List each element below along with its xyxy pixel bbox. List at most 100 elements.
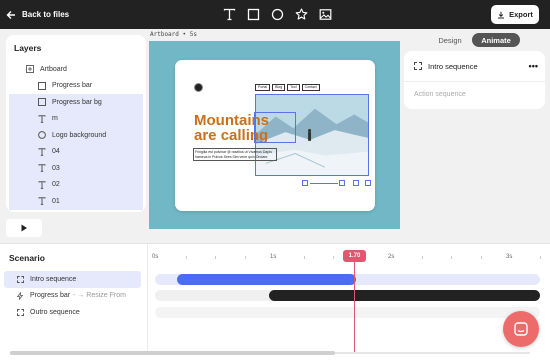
- design-nav: Portal Blog Tool Contact: [255, 84, 320, 91]
- tab-animate[interactable]: Animate: [472, 33, 520, 47]
- play-icon: [21, 224, 27, 232]
- layer-label: m: [52, 115, 58, 123]
- more-options-icon[interactable]: •••: [529, 61, 538, 71]
- rectangle-icon: [37, 98, 46, 107]
- selection-box: [254, 112, 296, 143]
- layer-item-m[interactable]: m: [9, 110, 143, 127]
- prev-control[interactable]: [302, 180, 308, 186]
- ruler-tick: [451, 256, 452, 259]
- text-icon: [37, 164, 46, 173]
- animation-panel: Intro sequence ••• Action sequence: [404, 51, 545, 109]
- layer-item-logo-background[interactable]: Logo background: [9, 127, 143, 144]
- layer-item-progress-bar-bg[interactable]: Progress bar bg: [9, 94, 143, 111]
- logo-background[interactable]: [194, 83, 203, 92]
- divider: [404, 81, 545, 82]
- star-icon: [295, 7, 307, 20]
- action-sequence-placeholder[interactable]: Action sequence: [414, 91, 466, 98]
- control-03[interactable]: [353, 180, 359, 186]
- scenario-item-outro-sequence[interactable]: Outro sequence: [4, 304, 141, 321]
- text-icon: [37, 114, 46, 123]
- divider: [147, 244, 148, 352]
- scenario-label: Intro sequence: [30, 275, 77, 283]
- sequence-row[interactable]: Intro sequence •••: [414, 61, 538, 71]
- download-icon: [498, 11, 505, 18]
- dotted-square-icon: [16, 275, 24, 283]
- layer-label: 03: [52, 164, 60, 172]
- text-icon: [223, 8, 235, 20]
- mode-tabs: Design Animate: [430, 33, 541, 47]
- star-tool-button[interactable]: [294, 6, 308, 22]
- lightning-icon: [16, 291, 24, 300]
- layer-item-04[interactable]: 04: [9, 143, 143, 160]
- sequence-name: Intro sequence: [428, 61, 478, 71]
- ruler-tick: [333, 256, 334, 259]
- ruler-tick: [244, 256, 246, 259]
- layer-label: Progress bar: [52, 82, 93, 90]
- horizontal-scrollbar[interactable]: [10, 350, 530, 356]
- ruler-tick: [215, 256, 216, 259]
- layers-panel: Layers Artboard Progress bar Progress ba…: [6, 35, 146, 212]
- nav-link[interactable]: Contact: [301, 84, 320, 91]
- artboard-label: Artboard • 5s: [150, 31, 197, 38]
- progress-bar: [310, 182, 338, 184]
- image-tool-button[interactable]: [318, 6, 332, 22]
- scrollbar-thumb[interactable]: [10, 351, 335, 355]
- nav-link[interactable]: Tool: [287, 84, 300, 91]
- layer-label: 01: [52, 197, 60, 205]
- play-button[interactable]: [6, 219, 42, 237]
- arrow-left-icon: [6, 10, 15, 19]
- slider-controls: [302, 180, 372, 188]
- control-02[interactable]: [339, 180, 345, 186]
- dotted-square-icon: [16, 308, 24, 316]
- scenario-label: Outro sequence: [30, 308, 80, 316]
- layer-item-02[interactable]: 02: [9, 176, 143, 193]
- text-icon: [37, 147, 46, 156]
- rectangle-icon: [37, 81, 46, 90]
- text-icon: [37, 180, 46, 189]
- chat-icon: [514, 322, 528, 336]
- layer-label: Progress bar bg: [52, 98, 102, 106]
- circle-icon: [37, 131, 46, 140]
- ruler-tick: [303, 256, 305, 259]
- scenario-item-intro-sequence[interactable]: Intro sequence: [4, 271, 141, 288]
- ellipse-tool-button[interactable]: [270, 6, 284, 22]
- layer-item-01[interactable]: 01: [9, 193, 143, 210]
- back-label: Back to files: [22, 10, 70, 19]
- playhead-line: [354, 262, 355, 354]
- tab-design[interactable]: Design: [430, 33, 470, 47]
- ruler-tick: [480, 256, 482, 259]
- layer-label: Artboard: [40, 65, 67, 73]
- text-tool-button[interactable]: [222, 6, 236, 22]
- ruler-label: 0s: [152, 254, 159, 260]
- playhead-time[interactable]: 1.70: [343, 250, 366, 262]
- text-icon: [37, 197, 46, 206]
- layer-item-artboard[interactable]: Artboard: [9, 61, 143, 78]
- scenario-sublabel: - → Resize From: [73, 292, 126, 300]
- top-bar: Back to files Export: [0, 0, 550, 29]
- artboard-icon: [25, 65, 34, 74]
- export-button[interactable]: Export: [491, 5, 539, 24]
- track-lane[interactable]: [155, 307, 540, 318]
- ruler-label: 3s: [506, 254, 513, 260]
- rectangle-tool-button[interactable]: [246, 6, 260, 22]
- scenario-item-progress-bar[interactable]: Progress bar - → Resize From: [4, 288, 141, 305]
- nav-link[interactable]: Portal: [255, 84, 271, 91]
- body-text[interactable]: Fringilla est pulvinar @ rasellus ut Viv…: [193, 148, 277, 162]
- image-icon: [319, 8, 331, 20]
- ruler-tick: [185, 256, 187, 259]
- layer-item-03[interactable]: 03: [9, 160, 143, 177]
- scenario-label: Progress bar: [30, 292, 71, 300]
- layer-item-progress-bar[interactable]: Progress bar: [9, 78, 143, 95]
- back-to-files-button[interactable]: Back to files: [6, 7, 69, 22]
- dotted-square-icon: [414, 62, 422, 70]
- circle-icon: [271, 8, 283, 20]
- chat-support-button[interactable]: [503, 311, 539, 347]
- animation-segment[interactable]: [177, 274, 356, 285]
- layer-list: Artboard Progress bar Progress bar bg m …: [9, 61, 143, 210]
- layer-label: Logo background: [52, 131, 107, 139]
- nav-link[interactable]: Blog: [272, 84, 286, 91]
- control-04[interactable]: [365, 180, 371, 186]
- ruler-label: 1s: [270, 254, 277, 260]
- ruler-tick: [421, 256, 423, 259]
- animation-segment[interactable]: [269, 290, 540, 301]
